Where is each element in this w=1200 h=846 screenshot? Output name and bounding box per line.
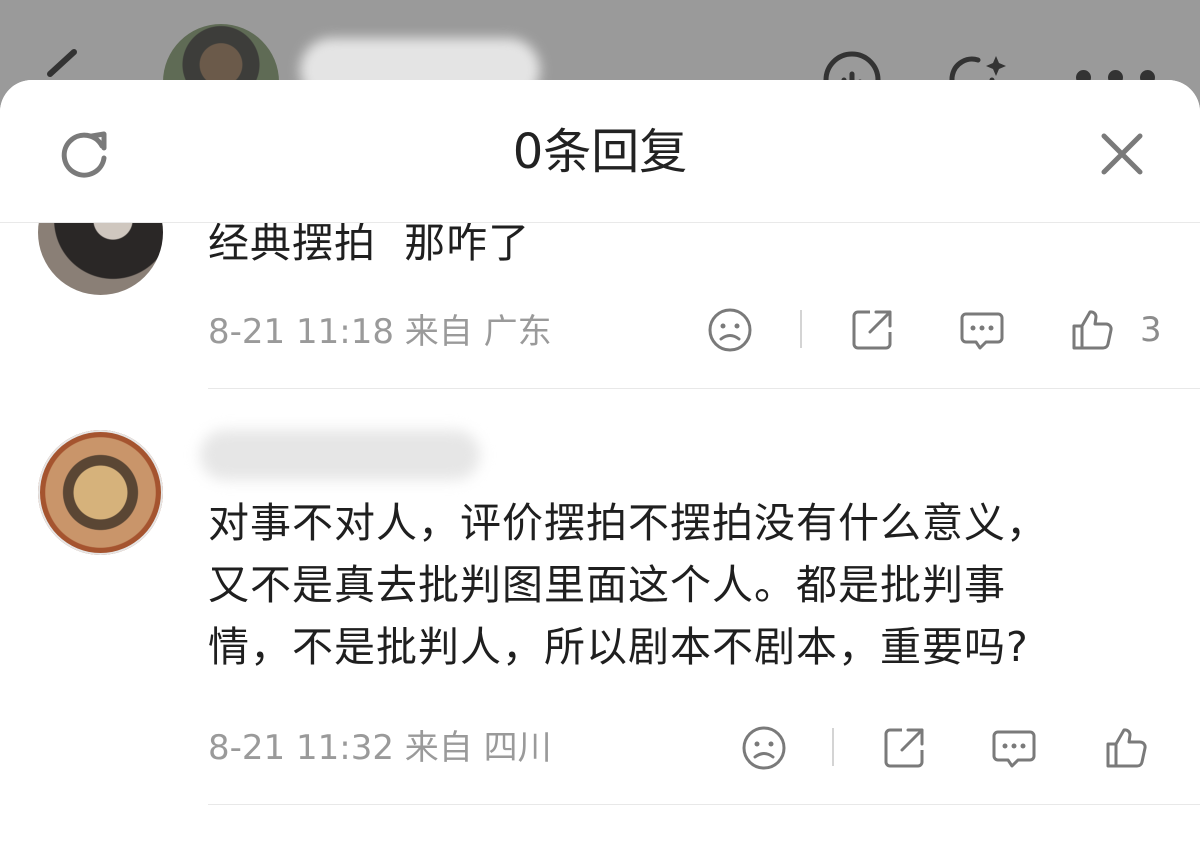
comment-actions bbox=[740, 724, 1160, 772]
comment-meta: 8-21 11:18 来自 广东 bbox=[208, 310, 552, 354]
close-icon[interactable] bbox=[1094, 126, 1150, 182]
comment-actions: 3 bbox=[706, 306, 1176, 354]
sheet-title: 0条回复 bbox=[512, 124, 688, 180]
replies-sheet: 0条回复 经典摆拍 那咋了 8-21 11:18 来自 广东 3 对事不对人，评… bbox=[0, 80, 1200, 846]
reply-icon[interactable] bbox=[958, 306, 1006, 354]
from-label: 来自 bbox=[404, 728, 473, 768]
dislike-icon[interactable] bbox=[706, 306, 754, 354]
comment-location: 四川 bbox=[483, 728, 552, 768]
from-label: 来自 bbox=[404, 312, 473, 352]
action-divider bbox=[800, 310, 802, 348]
share-icon[interactable] bbox=[880, 724, 928, 772]
comment-separator bbox=[208, 388, 1200, 389]
comment-meta: 8-21 11:32 来自 四川 bbox=[208, 726, 552, 770]
action-divider bbox=[832, 728, 834, 766]
commenter-avatar[interactable] bbox=[38, 430, 163, 555]
blurred-username bbox=[200, 430, 480, 480]
like-icon[interactable] bbox=[1102, 724, 1150, 772]
share-icon[interactable] bbox=[848, 306, 896, 354]
comment-text: 对事不对人，评价摆拍不摆拍没有什么意义， 又不是真去批判图里面这个人。都是批判事… bbox=[208, 499, 1048, 671]
comment-time: 8-21 11:18 bbox=[208, 312, 394, 352]
dislike-icon[interactable] bbox=[740, 724, 788, 772]
reply-icon[interactable] bbox=[990, 724, 1038, 772]
sheet-header: 0条回复 bbox=[0, 80, 1200, 223]
comment-location: 广东 bbox=[483, 312, 552, 352]
comment-time: 8-21 11:32 bbox=[208, 728, 394, 768]
like-count: 3 bbox=[1140, 310, 1162, 350]
like-icon[interactable] bbox=[1068, 306, 1116, 354]
comment-separator bbox=[208, 804, 1200, 805]
